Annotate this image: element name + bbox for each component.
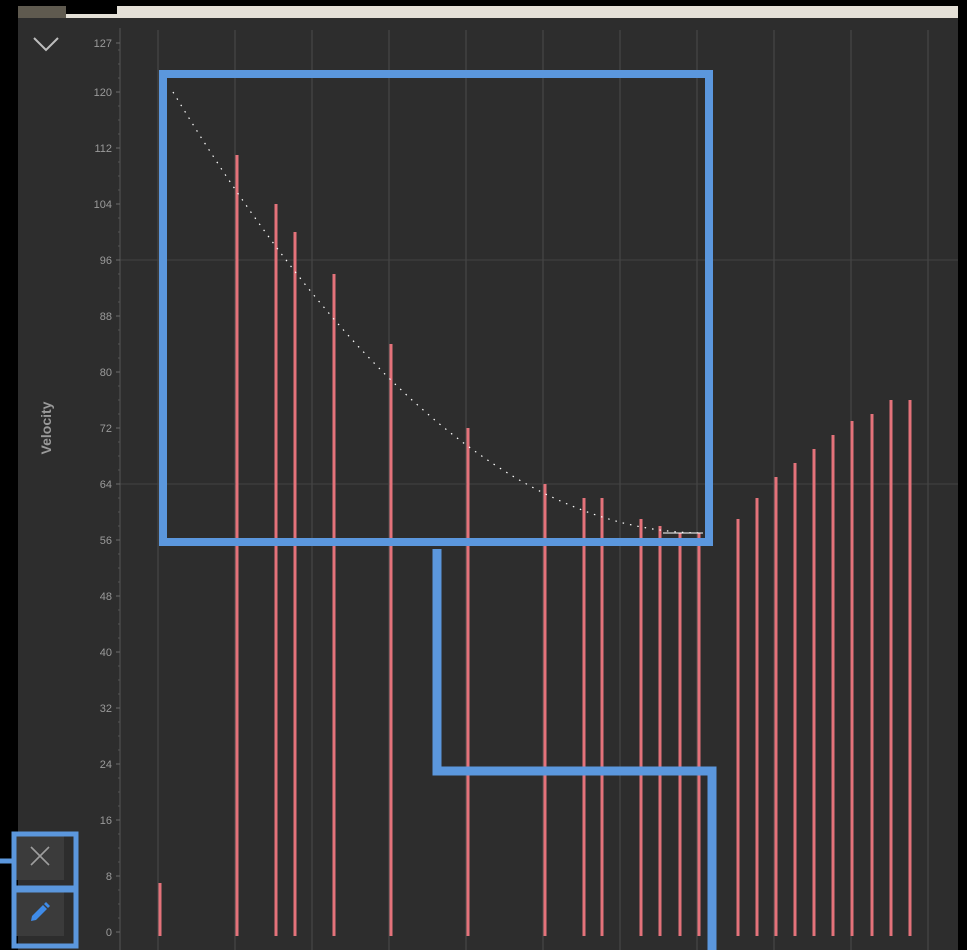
velocity-bar [736, 519, 740, 936]
velocity-bar [831, 435, 835, 936]
clear-button[interactable] [16, 832, 64, 880]
timeline-playhead-region [66, 6, 117, 14]
y-tick-label: 72 [100, 423, 112, 435]
y-tick-label: 8 [106, 871, 112, 883]
velocity-bar [389, 344, 393, 936]
y-tick-label: 88 [100, 311, 112, 323]
velocity-bar [658, 526, 662, 936]
y-tick-label: 96 [100, 255, 112, 267]
axis-title: Velocity [38, 401, 54, 455]
velocity-chart[interactable]: 0 8 16 24 32 40 48 56 64 72 80 88 96 104 112 120 127 [18, 18, 958, 950]
timeline-strip[interactable] [18, 6, 958, 18]
y-tick-label: 56 [100, 535, 112, 547]
timeline-marker [18, 6, 66, 18]
velocity-bar [812, 449, 816, 936]
velocity-bar [889, 400, 893, 936]
velocity-bar [755, 498, 759, 936]
ramp-curve [172, 91, 704, 534]
velocity-bar [793, 463, 797, 936]
velocity-bar [582, 498, 586, 936]
velocity-editor: 0 8 16 24 32 40 48 56 64 72 80 88 96 104 112 120 127 Vel… [0, 0, 967, 950]
chevron-down-icon[interactable] [32, 34, 60, 54]
pencil-icon [31, 902, 50, 921]
velocity-bar [908, 400, 912, 936]
velocity-bar [774, 477, 778, 936]
close-icon [30, 846, 50, 866]
velocity-bar [543, 484, 547, 936]
velocity-bar [332, 274, 336, 936]
velocity-bar [850, 421, 854, 936]
velocity-bar [274, 204, 278, 936]
y-tick-label: 127 [94, 38, 112, 50]
velocity-bar [697, 533, 701, 936]
y-tick-label: 32 [100, 703, 112, 715]
y-tick-label: 64 [100, 479, 112, 491]
velocity-bar [870, 414, 874, 936]
velocity-lane[interactable]: 0 8 16 24 32 40 48 56 64 72 80 88 96 104 112 120 127 Vel… [16, 18, 958, 950]
velocity-bar [158, 883, 162, 936]
velocity-bar [466, 428, 470, 936]
velocity-bar [639, 519, 643, 936]
y-tick-label: 48 [100, 591, 112, 603]
y-tick-label: 0 [106, 927, 112, 939]
y-tick-label: 80 [100, 367, 112, 379]
velocity-bar [678, 533, 682, 936]
y-tick-label: 24 [100, 759, 112, 771]
y-tick-label: 16 [100, 815, 112, 827]
y-tick-label: 40 [100, 647, 112, 659]
y-tick-label: 112 [94, 143, 112, 155]
velocity-bar [235, 155, 239, 936]
draw-button[interactable] [16, 888, 64, 936]
velocity-bar [600, 498, 604, 936]
velocity-bar [293, 232, 297, 936]
y-tick-label: 104 [94, 199, 112, 211]
y-tick-label: 120 [94, 87, 112, 99]
